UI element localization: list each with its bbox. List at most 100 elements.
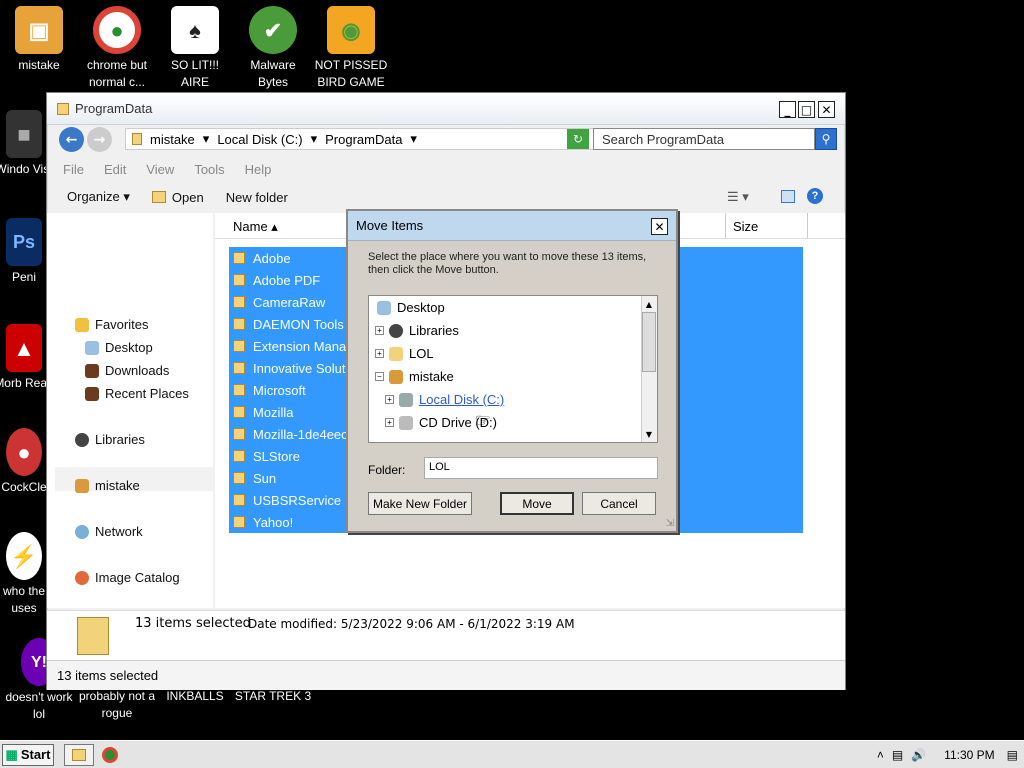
file-row[interactable]: Yahoo!	[233, 511, 293, 533]
nav-desktop[interactable]: Desktop	[85, 340, 153, 355]
menu-edit[interactable]: Edit	[104, 162, 126, 177]
chevron-down-icon[interactable]: ▾	[311, 131, 318, 147]
chevron-down-icon[interactable]: ▾	[410, 131, 417, 147]
window-titlebar[interactable]: ProgramData	[47, 93, 845, 125]
nav-libraries[interactable]: Libraries	[75, 432, 145, 447]
taskbar-chrome-button[interactable]	[102, 746, 118, 763]
file-row[interactable]: Innovative Solut	[233, 357, 346, 379]
menu-tools[interactable]: Tools	[194, 162, 224, 177]
folder-tree[interactable]: Desktop + Libraries + LOL − mistake + Local …	[368, 295, 658, 443]
open-button[interactable]: Open	[151, 190, 204, 205]
menu-help[interactable]: Help	[245, 162, 272, 177]
tree-item-local-disk[interactable]: + Local Disk (C:)	[385, 392, 504, 407]
dialog-titlebar[interactable]: Move Items	[348, 211, 676, 241]
menu-view[interactable]: View	[146, 162, 174, 177]
file-row[interactable]: DAEMON Tools	[233, 313, 344, 335]
column-name[interactable]: Name ▴	[233, 219, 278, 235]
file-row[interactable]: Extension Mana	[233, 335, 346, 357]
file-row[interactable]: Adobe	[233, 247, 291, 269]
show-desktop-icon[interactable]: ▤	[1007, 748, 1018, 762]
tree-item-desktop[interactable]: Desktop	[377, 300, 445, 315]
nav-downloads[interactable]: Downloads	[85, 363, 169, 378]
close-button[interactable]: ✕	[818, 101, 835, 118]
show-hidden-icon[interactable]: ˄	[877, 748, 884, 762]
resize-grip-icon[interactable]: ⇲	[666, 518, 674, 529]
file-row[interactable]: Adobe PDF	[233, 269, 320, 291]
view-options-icon[interactable]: ☰ ▾	[727, 189, 749, 205]
search-icon[interactable]: ⚲	[815, 128, 837, 150]
nav-recent-places[interactable]: Recent Places	[85, 386, 189, 401]
help-icon[interactable]: ?	[807, 188, 823, 204]
drive-icon	[399, 392, 413, 407]
file-name: Innovative Solut	[253, 360, 346, 376]
file-row[interactable]: USBSRService	[233, 489, 341, 511]
file-row[interactable]: SLStore	[233, 445, 300, 467]
file-row[interactable]: CameraRaw	[233, 291, 325, 313]
dialog-title: Move Items	[356, 218, 424, 233]
scroll-up-icon[interactable]: ▲	[642, 297, 656, 311]
scroll-thumb[interactable]	[642, 312, 656, 372]
file-row[interactable]: Mozilla-1de4eec	[233, 423, 348, 445]
tree-item-mistake[interactable]: − mistake	[375, 369, 454, 384]
desktop-icon-solitaire[interactable]: ♠ SO LIT!!! AIRE	[156, 6, 234, 91]
desktop-icon-mistake[interactable]: ▣ mistake	[0, 6, 78, 74]
shield-icon: ✔	[249, 6, 297, 54]
breadcrumb-programdata[interactable]: ProgramData	[325, 132, 402, 147]
desktop-icon-rogue[interactable]: probably not a rogue	[78, 688, 156, 722]
nav-favorites[interactable]: Favorites	[75, 317, 148, 332]
forward-button[interactable]: →	[87, 127, 112, 152]
cancel-button[interactable]: Cancel	[582, 492, 656, 515]
network-tray-icon[interactable]: ▤	[892, 748, 903, 762]
make-new-folder-button[interactable]: Make New Folder	[368, 492, 472, 515]
desktop-icon-label: INKBALLS	[166, 689, 224, 703]
nav-mistake[interactable]: mistake	[75, 478, 140, 493]
desktop-icon-label: chrome but normal c...	[86, 58, 148, 89]
file-row[interactable]: Sun	[233, 467, 276, 489]
column-size[interactable]: Size	[733, 219, 758, 234]
expand-icon[interactable]: +	[375, 326, 384, 335]
maximize-button[interactable]: □	[798, 101, 815, 118]
collapse-icon[interactable]: −	[375, 372, 384, 381]
desktop-icon-bird-game[interactable]: ◉ NOT PISSED BIRD GAME	[312, 6, 390, 91]
chevron-down-icon[interactable]: ▾	[203, 131, 210, 147]
dialog-close-button[interactable]: ✕	[651, 218, 668, 235]
nav-image-catalog[interactable]: Image Catalog	[75, 570, 180, 585]
folder-icon	[233, 516, 245, 528]
system-tray: ˄ ▤ 🔊 11:30 PM ▤	[877, 743, 1024, 767]
folder-input[interactable]: LOL	[424, 457, 658, 479]
volume-icon[interactable]: 🔊	[911, 748, 926, 762]
file-row[interactable]: Microsoft	[233, 379, 306, 401]
photoshop-icon: Ps	[6, 218, 42, 266]
desktop-icon-malwarebytes[interactable]: ✔ Malware Bytes	[234, 6, 312, 91]
move-button[interactable]: Move	[500, 492, 574, 515]
desktop-icon-inkballs[interactable]: INKBALLS	[156, 688, 234, 705]
taskbar-explorer-button[interactable]	[64, 743, 94, 766]
desktop-icon-chrome[interactable]: ● chrome but normal c...	[78, 6, 156, 91]
tree-item-lol[interactable]: + LOL	[375, 346, 434, 361]
clock[interactable]: 11:30 PM	[944, 748, 994, 762]
refresh-button[interactable]: ↻	[567, 129, 589, 149]
organize-button[interactable]: Organize ▾	[67, 189, 130, 205]
menu-file[interactable]: File	[63, 162, 84, 177]
user-folder-icon: ▣	[15, 6, 63, 54]
expand-icon[interactable]: +	[385, 418, 394, 427]
start-button[interactable]: ▦ Start	[2, 743, 54, 766]
scroll-down-icon[interactable]: ▼	[642, 427, 656, 441]
tree-item-libraries[interactable]: + Libraries	[375, 323, 459, 338]
desktop-icon-label: mistake	[18, 58, 60, 72]
nav-network[interactable]: Network	[75, 524, 143, 539]
desktop-icon-star-trek[interactable]: STAR TREK 3	[234, 688, 312, 705]
address-input[interactable]: mistake ▾ Local Disk (C:) ▾ ProgramData ▾	[125, 128, 611, 150]
search-input[interactable]: Search ProgramData	[593, 128, 815, 150]
new-folder-button[interactable]: New folder	[226, 190, 288, 205]
breadcrumb-local-disk[interactable]: Local Disk (C:)	[217, 132, 302, 147]
expand-icon[interactable]: +	[375, 349, 384, 358]
folder-icon	[233, 362, 245, 374]
preview-pane-icon[interactable]	[781, 190, 795, 203]
tree-scrollbar[interactable]: ▲ ▼	[641, 296, 657, 442]
breadcrumb-mistake[interactable]: mistake	[150, 132, 195, 147]
expand-icon[interactable]: +	[385, 395, 394, 404]
file-row[interactable]: Mozilla	[233, 401, 293, 423]
back-button[interactable]: ←	[59, 127, 84, 152]
minimize-button[interactable]: _	[779, 101, 796, 118]
